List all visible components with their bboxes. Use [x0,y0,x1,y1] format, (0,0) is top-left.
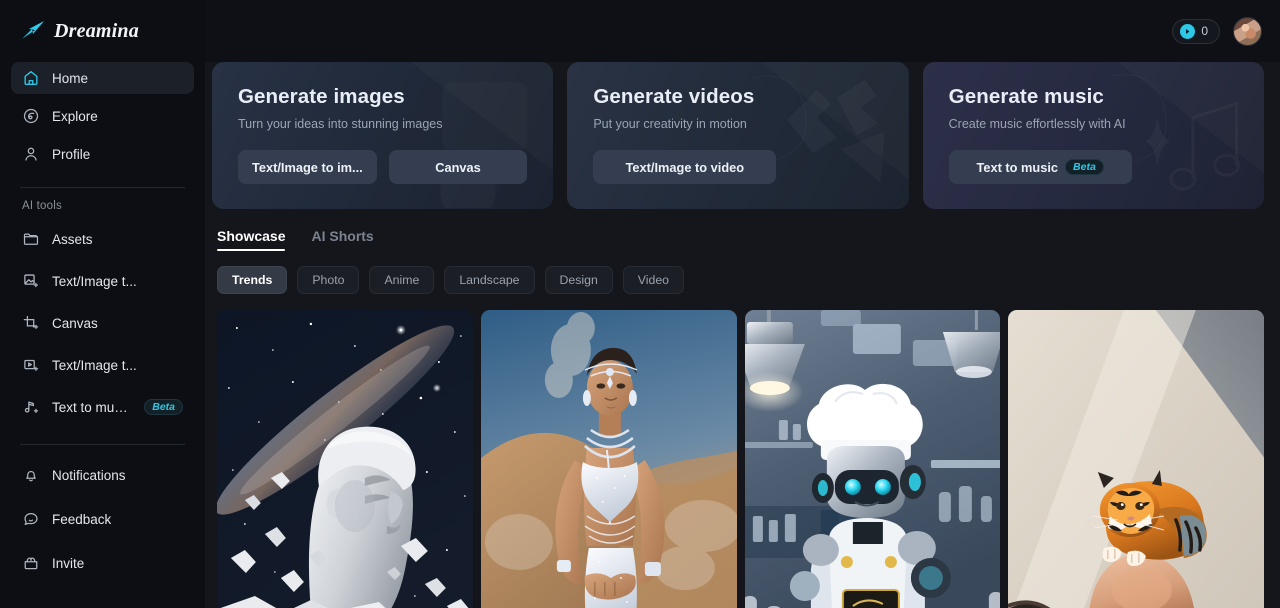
sidebar-item-text-to-music[interactable]: Text to music Beta [11,391,194,423]
bell-icon [26,470,36,482]
canvas-button[interactable]: Canvas [388,150,528,184]
brand-logo[interactable]: Dreamina [11,0,194,62]
hero-subtitle: Turn your ideas into stunning images [238,117,443,131]
sidebar: Dreamina Home Explore Profile AI tools A… [0,0,205,608]
sidebar-item-assets[interactable]: Assets [11,223,194,255]
credits-count: 0 [1201,24,1208,38]
sidebar-item-label: Assets [52,231,93,247]
home-icon [24,71,38,85]
showcase-gallery [212,294,1264,608]
dreamina-arrow-logo-icon [22,21,44,39]
showcase-tabs: Showcase AI Shorts [212,209,1264,251]
gallery-card[interactable] [744,310,1001,608]
sidebar-item-text-image-to-video[interactable]: Text/Image t... [11,349,194,381]
hero-button-group: Text/Image to video [593,150,882,184]
hero-button-group: Text to music Beta [948,150,1238,184]
hero-card-generate-images[interactable]: Generate images Turn your ideas into stu… [212,62,554,209]
sidebar-item-invite[interactable]: Invite [11,547,194,579]
hero-images-decoration-icon [212,62,553,208]
credits-pill[interactable]: 0 [1172,18,1220,44]
sidebar-item-label: Invite [52,555,85,571]
chat-bubble-icon [24,512,38,526]
desert-fashion-image [480,310,737,608]
main-area: 0 Generate images Turn your ideas into s… [205,0,1280,608]
tab-showcase[interactable]: Showcase [217,228,286,251]
text-to-music-label: Text to music [976,159,1059,175]
sidebar-item-text-image-to-image[interactable]: Text/Image t... [11,265,194,297]
hero-title: Generate music [948,85,1104,108]
video-sparkle-icon [24,359,39,372]
filter-chip-trends[interactable]: Trends [217,266,288,294]
sidebar-item-canvas[interactable]: Canvas [11,307,194,339]
hero-title: Generate videos [593,85,755,108]
chef-robot-image [744,310,1001,608]
folder-icon [23,233,39,245]
sidebar-item-label: Profile [52,146,91,162]
beta-badge: Beta [144,399,183,415]
filter-chip-photo[interactable]: Photo [297,266,360,294]
hero-card-generate-videos[interactable]: Generate videos Put your creativity in m… [567,62,909,209]
music-note-sparkle-icon [24,401,39,414]
sidebar-item-label: Text/Image t... [52,273,137,289]
hero-subtitle: Put your creativity in motion [593,117,747,131]
sidebar-item-notifications[interactable]: Notifications [11,459,194,491]
sidebar-item-label: Canvas [52,315,98,331]
hero-card-row: Generate images Turn your ideas into stu… [212,62,1264,209]
sidebar-item-explore[interactable]: Explore [11,100,194,132]
text-image-to-video-button[interactable]: Text/Image to video [593,150,777,184]
hero-videos-decoration-icon [567,62,908,208]
compass-icon [23,108,39,124]
hero-title: Generate images [238,85,405,108]
image-sparkle-icon [24,274,39,288]
user-icon [25,147,37,161]
filter-chip-anime[interactable]: Anime [369,266,435,294]
credit-coin-icon [1180,23,1196,39]
sidebar-item-profile[interactable]: Profile [11,138,194,170]
avatar[interactable] [1233,16,1262,46]
sidebar-section-label: AI tools [22,200,62,212]
canvas-frame-icon [23,315,39,330]
hero-button-group: Text/Image to im... Canvas [238,150,528,184]
filter-chip-row: Trends Photo Anime Landscape Design Vide… [212,251,1264,294]
sidebar-divider-top [20,187,185,188]
gallery-card[interactable] [1008,310,1264,608]
filter-chip-landscape[interactable]: Landscape [444,266,535,294]
filter-chip-video[interactable]: Video [622,266,685,294]
gallery-card[interactable] [217,310,473,608]
sidebar-item-label: Explore [52,108,98,124]
sidebar-item-label: Notifications [52,467,126,483]
sidebar-item-label: Feedback [52,511,112,527]
tab-ai-shorts[interactable]: AI Shorts [311,228,373,251]
sidebar-tools-group: Assets Text/Image t... Canvas Text/Image… [11,223,194,433]
app-root: Dreamina Home Explore Profile AI tools A… [0,0,1280,608]
sidebar-item-label: Text to music [52,399,129,415]
content: Generate images Turn your ideas into stu… [205,62,1280,608]
text-image-to-image-button[interactable]: Text/Image to im... [238,150,377,184]
sidebar-item-label: Text/Image t... [52,357,137,373]
invite-box-icon [24,557,38,570]
hero-subtitle: Create music effortlessly with AI [948,117,1126,131]
gallery-card[interactable] [480,310,737,608]
sidebar-item-home[interactable]: Home [11,62,194,94]
filter-chip-design[interactable]: Design [544,266,613,294]
sidebar-item-label: Home [52,70,89,86]
sidebar-bottom-group: Notifications Feedback Invite [11,459,194,591]
topbar: 0 [205,0,1280,62]
beta-badge: Beta [1065,159,1104,175]
tiny-tiger-fingertip-image [1008,310,1264,608]
hero-card-generate-music[interactable]: Generate music Create music effortlessly… [922,62,1264,209]
text-to-music-button[interactable]: Text to music Beta [948,150,1132,184]
sidebar-item-feedback[interactable]: Feedback [11,503,194,535]
hero-music-decoration-icon [1144,115,1170,168]
sidebar-divider-bottom [20,444,185,445]
coin-glyph-icon [1186,28,1190,34]
statue-galaxy-image [217,310,473,608]
brand-name: Dreamina [54,19,139,42]
